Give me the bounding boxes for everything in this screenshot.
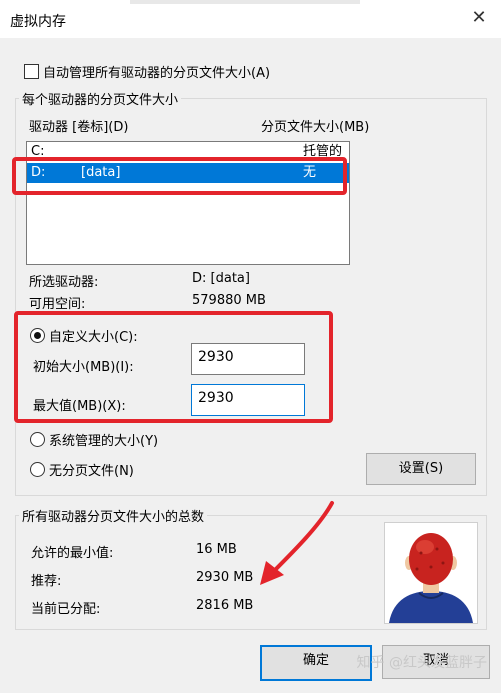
totals-group-title: 所有驱动器分页文件大小的总数: [19, 506, 208, 525]
window-title: 虚拟内存: [10, 14, 66, 30]
red-hair-avatar-icon: [389, 533, 473, 623]
per-drive-group-title: 每个驱动器的分页文件大小: [19, 89, 182, 108]
allocated-label: 当前已分配:: [31, 602, 101, 617]
watermark-text: 知乎 @红头发蓝胖子: [356, 655, 487, 671]
column-size-header: 分页文件大小(MB): [261, 120, 370, 135]
set-button[interactable]: 设置(S): [366, 453, 476, 485]
annotation-highlight-drive-row: [12, 157, 347, 195]
system-managed-label: 系统管理的大小(Y): [49, 434, 159, 449]
annotation-highlight-custom-size: [14, 311, 333, 423]
free-space-label: 可用空间:: [29, 297, 86, 312]
no-paging-file-label: 无分页文件(N): [49, 464, 134, 479]
system-managed-radio[interactable]: [30, 432, 45, 447]
allocated-value: 2816 MB: [196, 598, 254, 613]
ok-button[interactable]: 确定: [260, 645, 372, 681]
free-space-value: 579880 MB: [192, 293, 266, 308]
recommended-label: 推荐:: [31, 574, 62, 589]
title-bar: [0, 0, 501, 38]
selected-drive-label: 所选驱动器:: [29, 275, 99, 290]
recommended-value: 2930 MB: [196, 570, 254, 585]
annotation-arrow-icon: [260, 501, 334, 585]
auto-manage-label: 自动管理所有驱动器的分页文件大小(A): [43, 66, 271, 81]
column-drive-header: 驱动器 [卷标](D): [29, 120, 129, 135]
min-allowed-label: 允许的最小值:: [31, 546, 114, 561]
auto-manage-checkbox[interactable]: [24, 64, 39, 79]
no-paging-file-radio[interactable]: [30, 462, 45, 477]
title-bar-artifact: [130, 0, 360, 4]
min-allowed-value: 16 MB: [196, 542, 237, 557]
avatar: [384, 522, 478, 624]
close-icon[interactable]: ✕: [467, 6, 491, 30]
selected-drive-value: D: [data]: [192, 271, 250, 286]
